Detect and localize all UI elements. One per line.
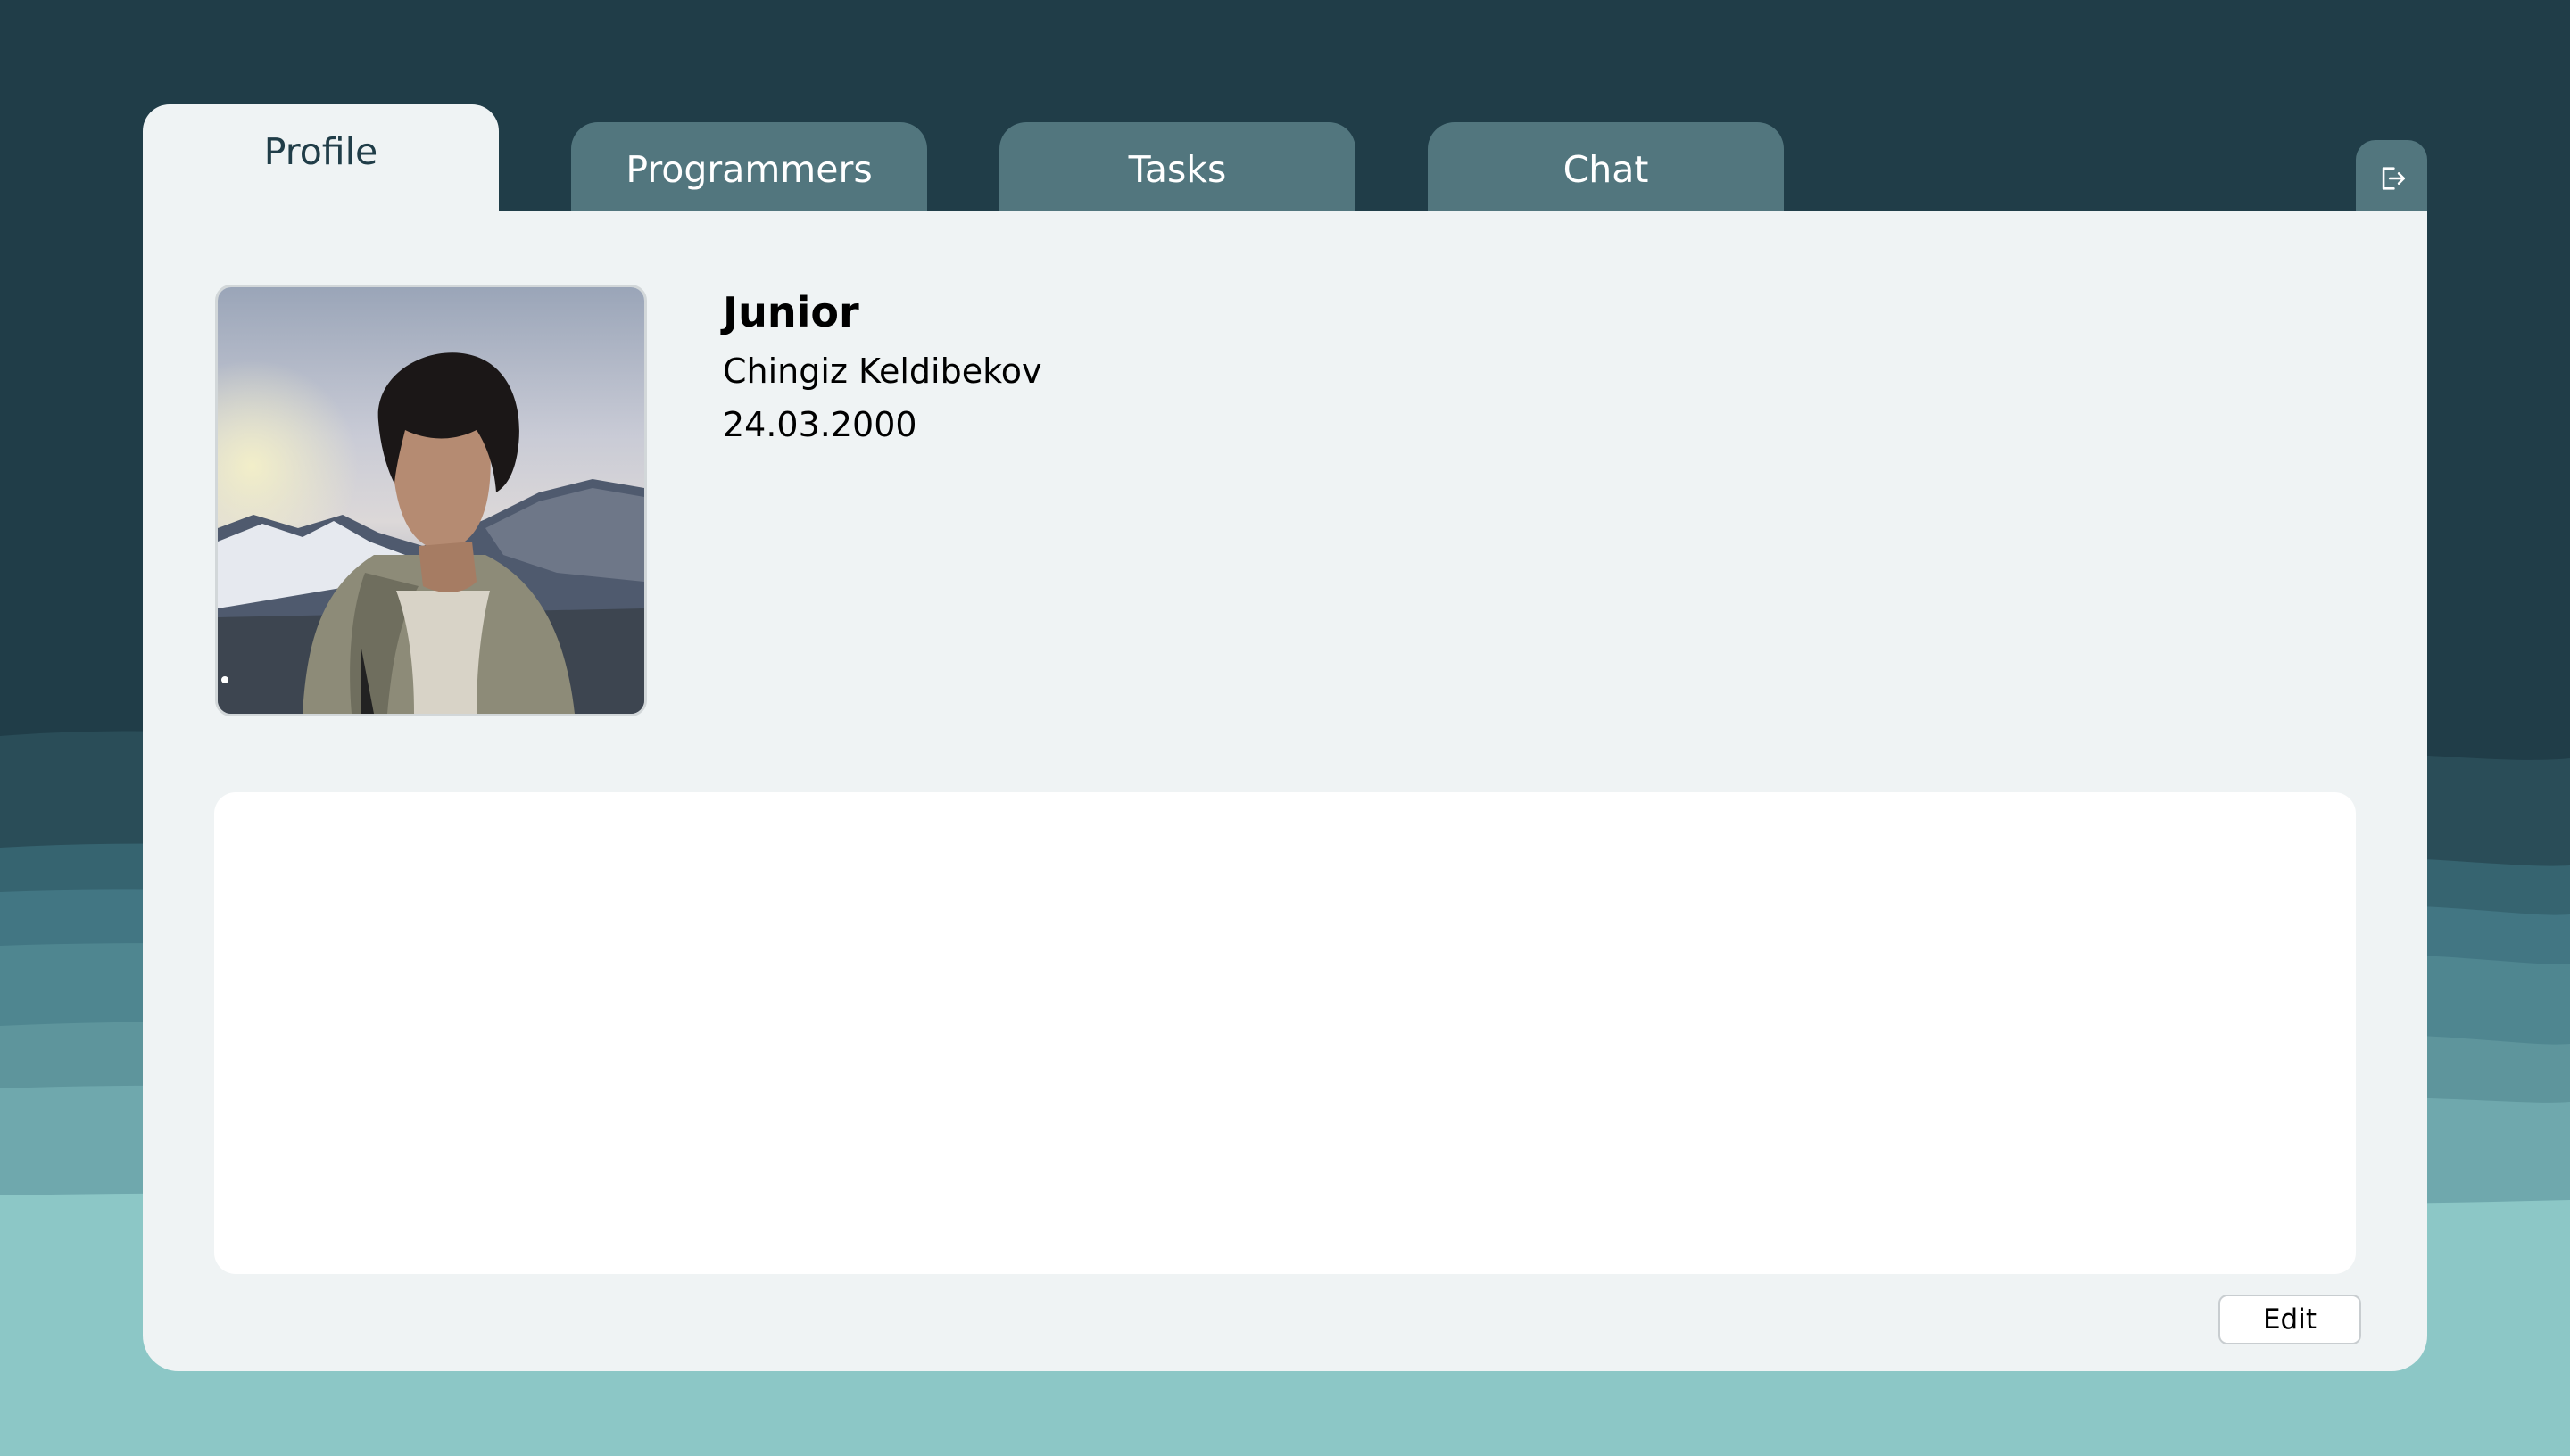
profile-card: Junior Chingiz Keldibekov 24.03.2000 Edi… [143,211,2427,1371]
tab-programmers[interactable]: Programmers [571,122,927,211]
tab-programmers-label: Programmers [626,148,873,191]
tab-tasks-label: Tasks [1128,148,1227,191]
tab-profile-label: Profile [263,130,378,173]
tab-tasks[interactable]: Tasks [999,122,1355,211]
tab-chat-label: Chat [1563,148,1649,191]
about-textarea[interactable] [214,792,2356,1274]
profile-rank: Junior [723,288,859,336]
logout-icon [2382,167,2406,190]
avatar-photo [215,285,647,716]
profile-birth-date: 24.03.2000 [723,405,917,444]
tab-chat[interactable]: Chat [1428,122,1784,211]
logout-button[interactable] [2356,140,2427,211]
edit-button[interactable]: Edit [2218,1295,2361,1344]
avatar-image [218,287,644,714]
tab-profile[interactable]: Profile [143,104,499,211]
profile-name: Chingiz Keldibekov [723,352,1042,391]
